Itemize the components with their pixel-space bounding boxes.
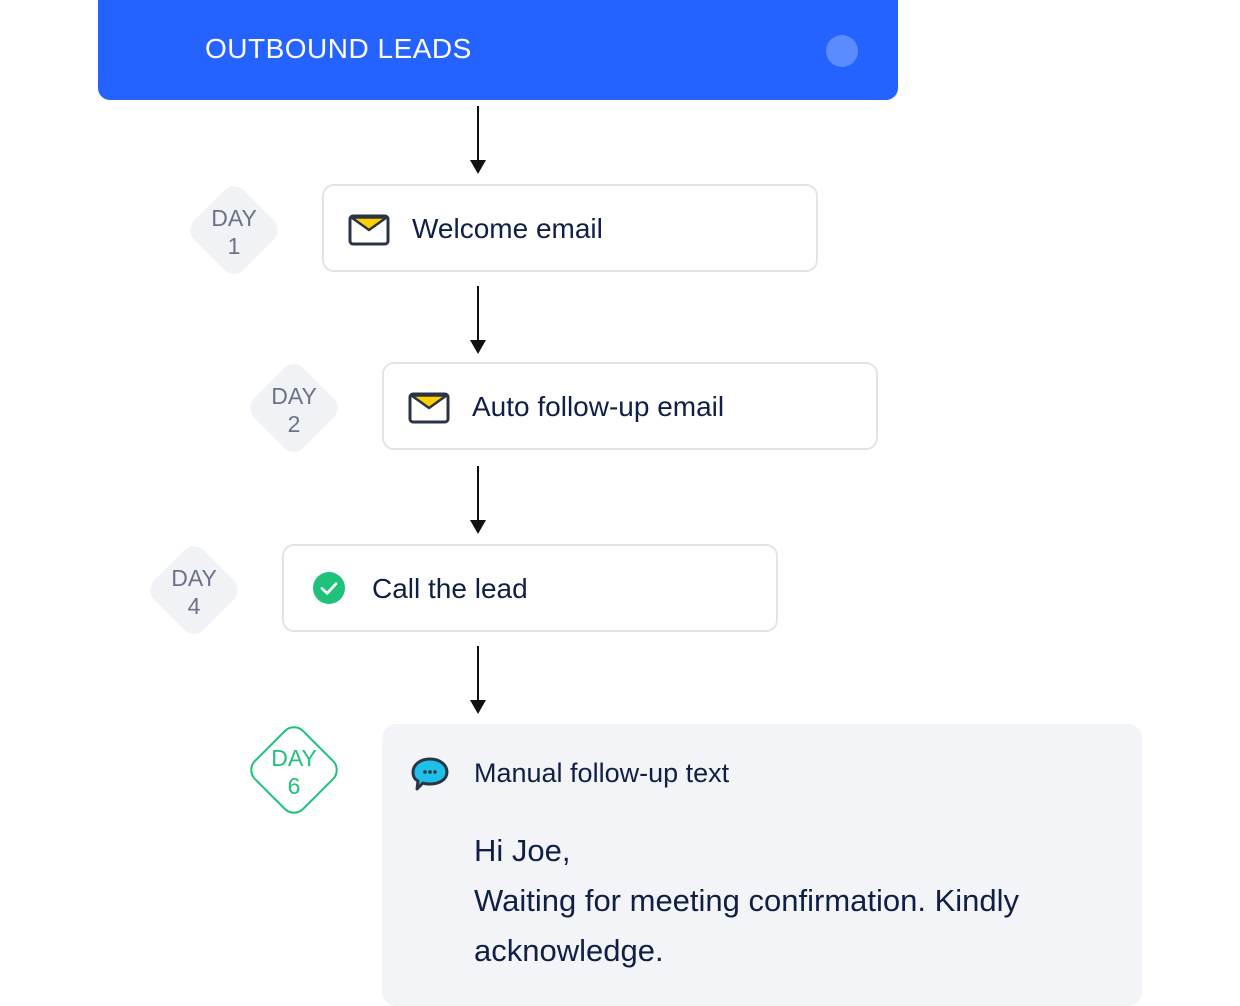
step-label: Call the lead: [372, 573, 528, 604]
envelope-icon: [408, 392, 450, 424]
day-badge: DAY 1: [184, 180, 284, 280]
check-circle-icon: [313, 572, 345, 604]
sequence-header[interactable]: OUTBOUND LEADS: [98, 0, 898, 100]
step-call-the-lead[interactable]: Call the lead: [282, 544, 778, 632]
step-auto-follow-up-email[interactable]: Auto follow-up email: [382, 362, 878, 450]
step-label: Welcome email: [412, 213, 603, 244]
flow-arrow: [470, 286, 486, 354]
day-badge: DAY 4: [144, 540, 244, 640]
sms-title: Manual follow-up text: [474, 758, 730, 788]
chat-bubble-icon: [411, 757, 449, 791]
sms-message: Hi Joe, Waiting for meeting confirmation…: [474, 826, 1114, 976]
sequence-title: OUTBOUND LEADS: [205, 33, 472, 64]
sms-greeting: Hi Joe,: [474, 833, 571, 868]
flow-arrow: [470, 106, 486, 174]
day-badge: DAY 2: [244, 358, 344, 458]
day-badge-active: DAY 6: [244, 720, 344, 820]
flow-arrow: [470, 646, 486, 714]
step-welcome-email[interactable]: Welcome email: [322, 184, 818, 272]
step-manual-follow-up-text[interactable]: Manual follow-up text Hi Joe, Waiting fo…: [382, 724, 1142, 1006]
flow-arrow: [470, 466, 486, 534]
status-dot: [826, 35, 858, 67]
sms-body-text: Waiting for meeting confirmation. Kindly…: [474, 883, 1020, 968]
envelope-icon: [348, 214, 390, 246]
step-label: Auto follow-up email: [472, 391, 725, 422]
